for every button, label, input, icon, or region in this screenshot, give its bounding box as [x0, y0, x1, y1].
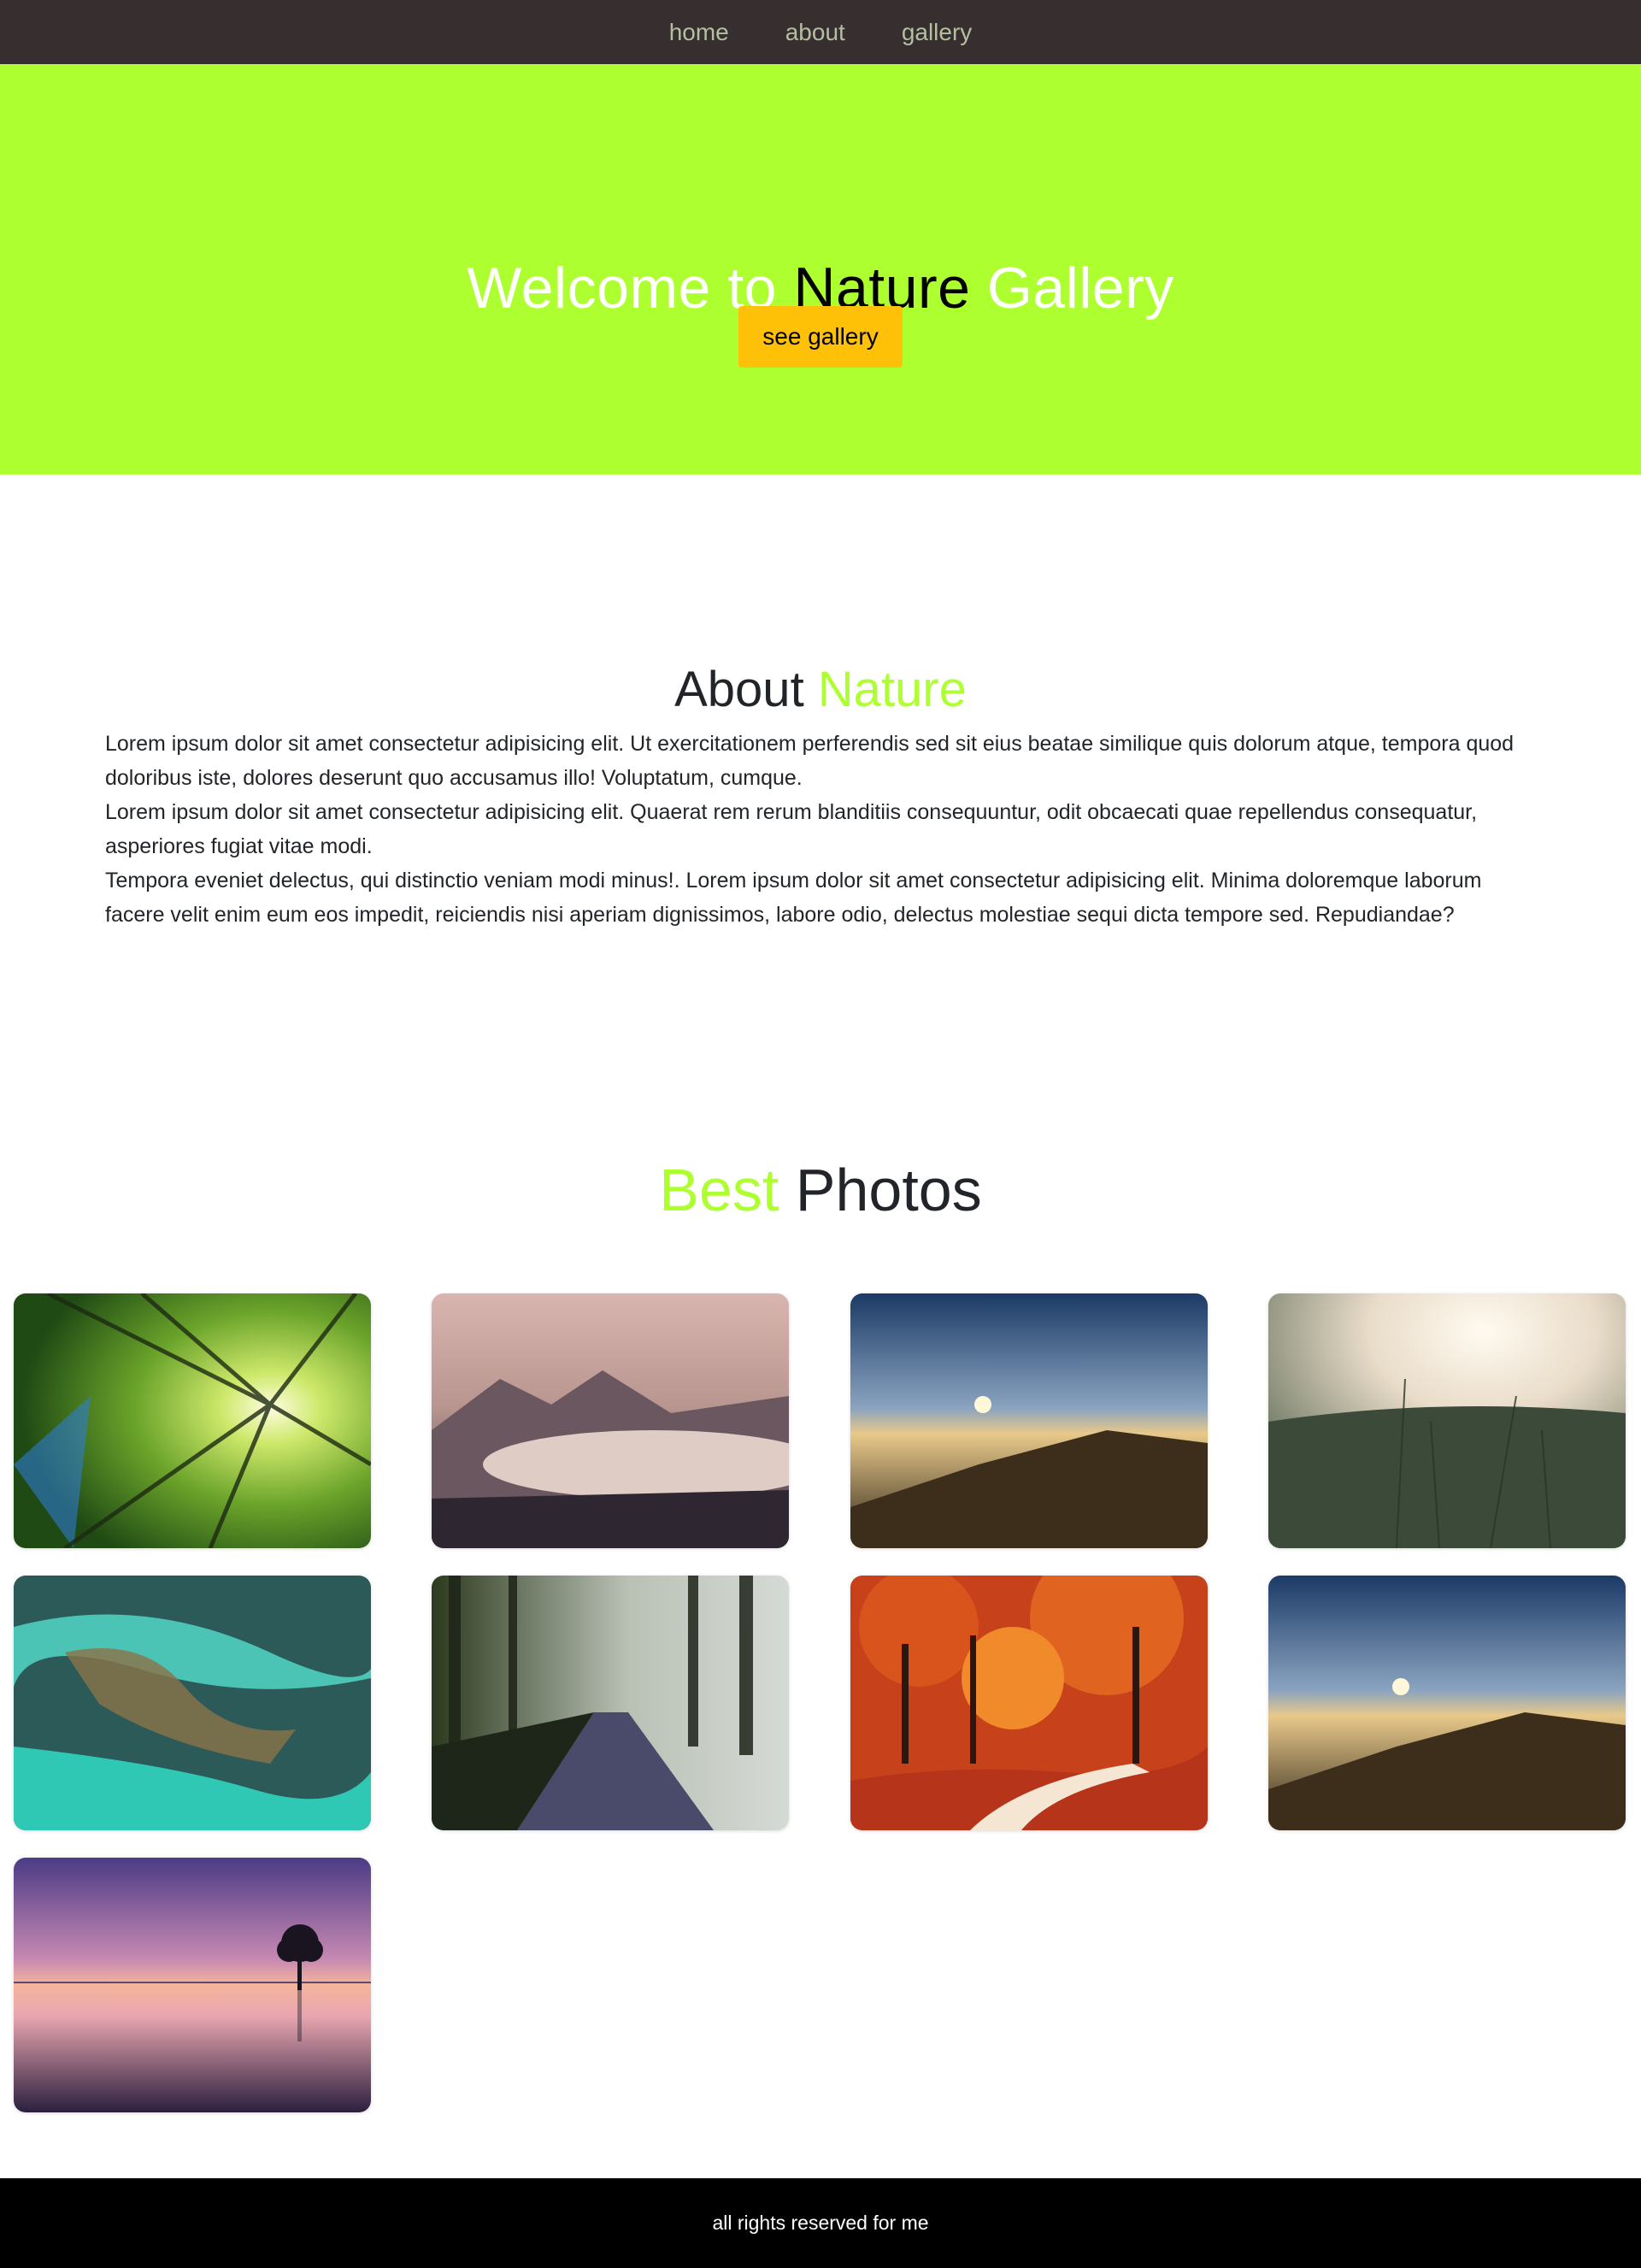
about-title-part1: About [674, 662, 818, 717]
gallery-title-accent: Best [659, 1157, 779, 1223]
about-paragraph: Lorem ipsum dolor sit amet consectetur a… [105, 800, 1478, 858]
hero-section: Welcome to Nature Gallery see gallery [0, 64, 1641, 474]
gallery-photo-misty-mountains[interactable] [432, 1293, 789, 1548]
hero-title-part3: Gallery [970, 256, 1174, 321]
gallery-title-part2: Photos [779, 1157, 982, 1223]
navbar: home about gallery [0, 0, 1641, 64]
mountain-sunset-image [1268, 1576, 1626, 1830]
footer: all rights reserved for me [0, 2178, 1641, 2268]
nav-list: home about gallery [641, 19, 1001, 46]
gallery-title: Best Photos [0, 1156, 1641, 1224]
forest-canopy-image [14, 1293, 371, 1548]
about-title: About Nature [0, 661, 1641, 718]
gallery-photo-forest-canopy[interactable] [14, 1293, 371, 1548]
lake-tree-sunset-image [14, 1858, 371, 2112]
about-paragraph: Lorem ipsum dolor sit amet consectetur a… [105, 732, 1515, 790]
nav-link-gallery[interactable]: gallery [902, 19, 972, 46]
gallery-photo-grass-field[interactable] [1268, 1293, 1626, 1548]
forest-road-image [432, 1576, 789, 1830]
autumn-path-image [850, 1576, 1208, 1830]
see-gallery-button[interactable]: see gallery [738, 306, 903, 368]
about-title-accent: Nature [817, 662, 967, 717]
gallery-photo-mountain-sunset-2[interactable] [1268, 1576, 1626, 1830]
grass-field-image [1268, 1293, 1626, 1548]
about-text: Lorem ipsum dolor sit amet consectetur a… [105, 727, 1541, 932]
misty-mountains-image [432, 1293, 789, 1548]
glacial-river-image [14, 1576, 371, 1830]
gallery-photo-autumn-path[interactable] [850, 1576, 1208, 1830]
mountain-sunset-image [850, 1293, 1208, 1548]
nav-link-about[interactable]: about [785, 19, 845, 46]
gallery-photo-glacial-river[interactable] [14, 1576, 371, 1830]
about-paragraph: Tempora eveniet delectus, qui distinctio… [105, 869, 1482, 927]
gallery-photo-forest-road[interactable] [432, 1576, 789, 1830]
gallery-photo-lake-tree-sunset[interactable] [14, 1858, 371, 2112]
footer-text: all rights reserved for me [712, 2212, 929, 2234]
gallery-photo-mountain-sunset[interactable] [850, 1293, 1208, 1548]
nav-link-home[interactable]: home [669, 19, 729, 46]
